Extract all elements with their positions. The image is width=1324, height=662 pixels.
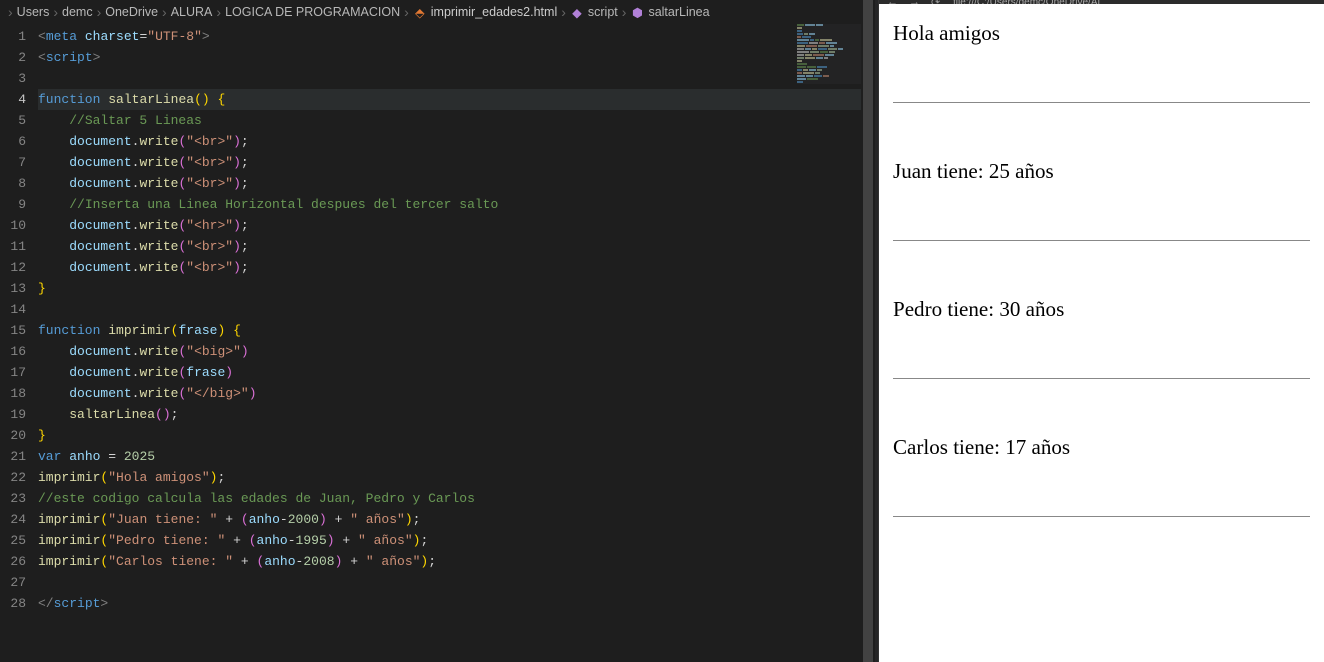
editor-pane: › Users › demc › OneDrive › ALURA › LOGI…	[0, 0, 875, 662]
code-line[interactable]: document.write("<hr>");	[38, 215, 875, 236]
code-line[interactable]: document.write("<br>");	[38, 152, 875, 173]
html-file-icon: ⬘	[413, 5, 427, 19]
line-number: 9	[0, 194, 26, 215]
chevron-right-icon: ›	[53, 4, 58, 20]
line-number: 15	[0, 320, 26, 341]
line-number: 11	[0, 236, 26, 257]
browser-viewport[interactable]: Hola amigos Juan tiene: 25 años Pedro tien…	[879, 4, 1324, 588]
line-number: 21	[0, 446, 26, 467]
output-divider	[893, 516, 1310, 517]
line-number: 4	[0, 89, 26, 110]
back-icon[interactable]: ←	[887, 0, 899, 4]
code-area: 1234567891011121314151617181920212223242…	[0, 24, 875, 662]
code-line[interactable]: document.write("<br>");	[38, 173, 875, 194]
code-line[interactable]: }	[38, 278, 875, 299]
breadcrumb-item[interactable]: ALURA	[171, 5, 213, 19]
output-text: Juan tiene: 25 años	[893, 159, 1054, 183]
line-number: 20	[0, 425, 26, 446]
breadcrumb-file[interactable]: imprimir_edades2.html	[431, 5, 557, 19]
line-number: 14	[0, 299, 26, 320]
code-line[interactable]: }	[38, 425, 875, 446]
code-line[interactable]: imprimir("Pedro tiene: " + (anho-1995) +…	[38, 530, 875, 551]
line-number: 28	[0, 593, 26, 614]
line-number: 27	[0, 572, 26, 593]
code-line[interactable]: document.write(frase)	[38, 362, 875, 383]
chevron-right-icon: ›	[216, 4, 221, 20]
line-number: 18	[0, 383, 26, 404]
code-line[interactable]: saltarLinea();	[38, 404, 875, 425]
reload-icon[interactable]: ⟳	[931, 0, 943, 4]
output-text: Pedro tiene: 30 años	[893, 297, 1064, 321]
line-number: 2	[0, 47, 26, 68]
chevron-right-icon: ›	[404, 4, 409, 20]
line-number-gutter: 1234567891011121314151617181920212223242…	[0, 24, 38, 662]
line-number: 1	[0, 26, 26, 47]
breadcrumb: › Users › demc › OneDrive › ALURA › LOGI…	[0, 0, 875, 24]
browser-pane: ← → ⟳ file:///C:/Users/demc/OneDrive/AL …	[879, 0, 1324, 662]
chevron-right-icon: ›	[622, 4, 627, 20]
code-line[interactable]: <script>	[38, 47, 875, 68]
line-number: 17	[0, 362, 26, 383]
line-number: 8	[0, 173, 26, 194]
line-number: 22	[0, 467, 26, 488]
line-number: 7	[0, 152, 26, 173]
code-line[interactable]	[38, 68, 875, 89]
code-line[interactable]: document.write("<br>");	[38, 257, 875, 278]
code-line[interactable]: document.write("<br>");	[38, 236, 875, 257]
breadcrumb-item[interactable]: LOGICA DE PROGRAMACION	[225, 5, 400, 19]
symbol-namespace-icon: ◆	[570, 5, 584, 19]
line-number: 5	[0, 110, 26, 131]
breadcrumb-item[interactable]: OneDrive	[105, 5, 158, 19]
forward-icon[interactable]: →	[909, 0, 921, 4]
code-line[interactable]: imprimir("Carlos tiene: " + (anho-2008) …	[38, 551, 875, 572]
code-line[interactable]: document.write("<big>")	[38, 341, 875, 362]
line-number: 25	[0, 530, 26, 551]
output-divider	[893, 378, 1310, 379]
line-number: 16	[0, 341, 26, 362]
code-line[interactable]: var anho = 2025	[38, 446, 875, 467]
address-bar-text[interactable]: file:///C:/Users/demc/OneDrive/AL	[953, 0, 1103, 4]
output-text: Hola amigos	[893, 21, 1000, 45]
breadcrumb-symbol[interactable]: saltarLinea	[648, 5, 709, 19]
code-line[interactable]	[38, 572, 875, 593]
line-number: 12	[0, 257, 26, 278]
breadcrumb-item[interactable]: demc	[62, 5, 93, 19]
code-line[interactable]: document.write("</big>")	[38, 383, 875, 404]
code-line[interactable]: imprimir("Juan tiene: " + (anho-2000) + …	[38, 509, 875, 530]
minimap[interactable]	[797, 24, 863, 84]
code-line[interactable]: <meta charset="UTF-8">	[38, 26, 875, 47]
line-number: 23	[0, 488, 26, 509]
code-line[interactable]: //este codigo calcula las edades de Juan…	[38, 488, 875, 509]
line-number: 3	[0, 68, 26, 89]
code-line[interactable]: //Saltar 5 Lineas	[38, 110, 875, 131]
line-number: 19	[0, 404, 26, 425]
line-number: 24	[0, 509, 26, 530]
symbol-method-icon: ⬢	[630, 5, 644, 19]
code-line[interactable]: //Inserta una Linea Horizontal despues d…	[38, 194, 875, 215]
code-line[interactable]: </script>	[38, 593, 875, 614]
code-line[interactable]: function imprimir(frase) {	[38, 320, 875, 341]
breadcrumb-item[interactable]: Users	[17, 5, 50, 19]
breadcrumb-symbol[interactable]: script	[588, 5, 618, 19]
output-text: Carlos tiene: 17 años	[893, 435, 1070, 459]
line-number: 6	[0, 131, 26, 152]
output-divider	[893, 240, 1310, 241]
chevron-right-icon: ›	[561, 4, 566, 20]
chevron-right-icon: ›	[8, 4, 13, 20]
scrollbar-thumb[interactable]	[863, 0, 873, 662]
line-number: 10	[0, 215, 26, 236]
chevron-right-icon: ›	[162, 4, 167, 20]
code-line[interactable]: imprimir("Hola amigos");	[38, 467, 875, 488]
code-line[interactable]	[38, 299, 875, 320]
code-line[interactable]: function saltarLinea() {	[38, 89, 875, 110]
chevron-right-icon: ›	[97, 4, 102, 20]
line-number: 26	[0, 551, 26, 572]
code-editor[interactable]: <meta charset="UTF-8"><script> function s…	[38, 24, 875, 662]
output-divider	[893, 102, 1310, 103]
line-number: 13	[0, 278, 26, 299]
code-line[interactable]: document.write("<br>");	[38, 131, 875, 152]
vertical-scrollbar[interactable]	[861, 0, 875, 662]
